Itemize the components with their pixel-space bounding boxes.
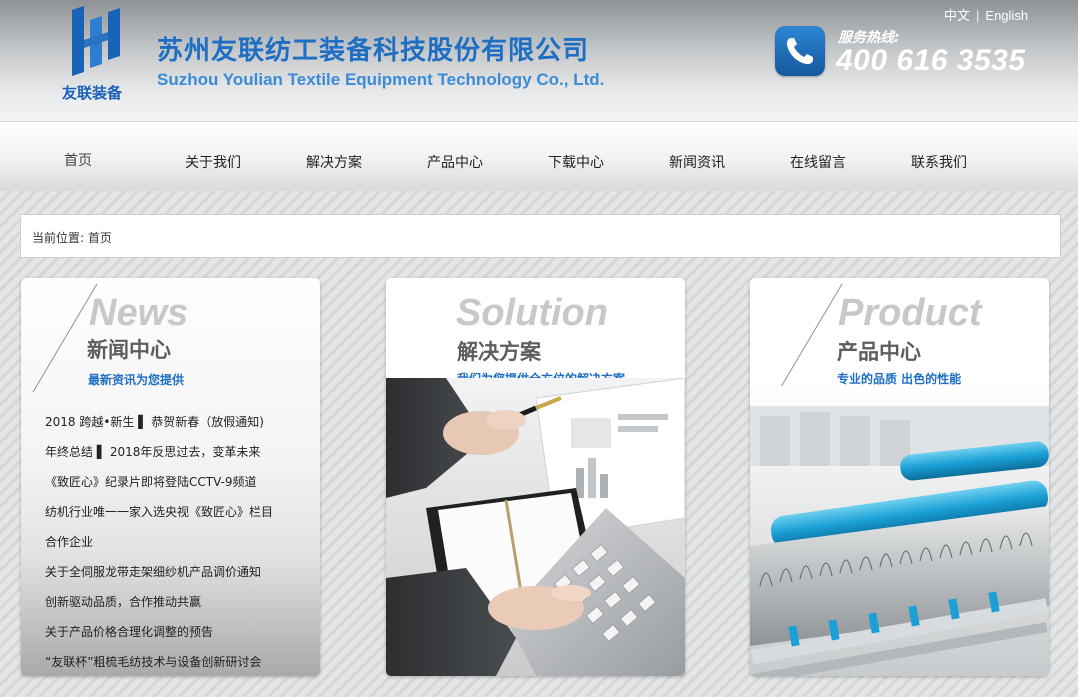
nav-item-solutions[interactable]: 解决方案	[306, 152, 362, 172]
breadcrumb-current[interactable]: 首页	[88, 231, 112, 245]
language-switcher: 中文 | English	[944, 5, 1028, 24]
lang-chinese-link[interactable]: 中文	[944, 8, 970, 23]
textile-machine-photo	[750, 386, 1049, 676]
solution-title-en: Solution	[456, 292, 608, 334]
news-subtitle: 最新资讯为您提供	[88, 373, 185, 387]
company-name-cn: 苏州友联纺工装备科技股份有限公司	[157, 36, 590, 66]
news-item[interactable]: 合作企业	[45, 532, 315, 562]
solution-title-cn[interactable]: 解决方案	[457, 336, 541, 366]
news-item[interactable]: “友联杯”粗梳毛纺技术与设备创新研讨会	[45, 652, 315, 676]
company-name-en: Suzhou Youlian Textile Equipment Technol…	[157, 70, 605, 89]
news-title-en: News	[89, 292, 189, 334]
news-item[interactable]: 纺机行业唯一一家入选央视《致匠心》栏目	[45, 502, 315, 532]
hotline-number: 400 616 3535	[836, 44, 1026, 77]
phone-icon	[775, 26, 825, 76]
site-header: 友联装备 苏州友联纺工装备科技股份有限公司 Suzhou Youlian Tex…	[0, 0, 1078, 121]
news-card: News 新闻中心 最新资讯为您提供 2018 跨越•新生 ▌ 恭贺新春（放假通…	[21, 278, 320, 676]
nav-item-downloads[interactable]: 下载中心	[548, 152, 604, 172]
news-title-cn[interactable]: 新闻中心	[87, 334, 171, 364]
solution-card[interactable]: Solution 解决方案 我们为您提供全方位的解决方案	[386, 278, 685, 676]
nav-item-contact[interactable]: 联系我们	[911, 152, 967, 172]
company-logo[interactable]: 友联装备	[62, 6, 136, 102]
main-nav: 首页 关于我们 解决方案 产品中心 下载中心 新闻资讯 在线留言 联系我们	[0, 121, 1078, 191]
news-list: 2018 跨越•新生 ▌ 恭贺新春（放假通知) 年终总结 ▌ 2018年反思过去…	[45, 412, 315, 676]
nav-item-news[interactable]: 新闻资讯	[669, 152, 725, 172]
nav-item-about[interactable]: 关于我们	[185, 152, 241, 172]
news-item[interactable]: 2018 跨越•新生 ▌ 恭贺新春（放假通知)	[45, 412, 315, 442]
product-title-cn[interactable]: 产品中心	[837, 336, 921, 366]
product-subtitle: 专业的品质 出色的性能	[837, 372, 962, 386]
logo-mark-icon	[72, 6, 120, 76]
news-item[interactable]: 关于产品价格合理化调整的预告	[45, 622, 315, 652]
news-item[interactable]: 关于全伺服龙带走架细纱机产品调价通知	[45, 562, 315, 592]
nav-item-products[interactable]: 产品中心	[427, 152, 483, 172]
lang-separator: |	[976, 8, 980, 23]
nav-item-home[interactable]: 首页	[64, 150, 92, 170]
news-item[interactable]: 年终总结 ▌ 2018年反思过去，变革未来	[45, 442, 315, 472]
lang-english-link[interactable]: English	[985, 8, 1028, 23]
breadcrumb: 当前位置: 首页	[20, 214, 1061, 258]
news-item[interactable]: 《致匠心》纪录片即将登陆CCTV-9频道	[45, 472, 315, 502]
product-title-en: Product	[838, 292, 982, 334]
decorative-slash	[777, 283, 843, 393]
news-item[interactable]: 创新驱动品质，合作推动共赢	[45, 592, 315, 622]
nav-item-message[interactable]: 在线留言	[790, 152, 846, 172]
office-work-photo	[386, 378, 685, 676]
breadcrumb-prefix: 当前位置:	[32, 231, 85, 245]
logo-text: 友联装备	[62, 84, 123, 102]
product-card[interactable]: Product 产品中心 专业的品质 出色的性能	[750, 278, 1049, 676]
